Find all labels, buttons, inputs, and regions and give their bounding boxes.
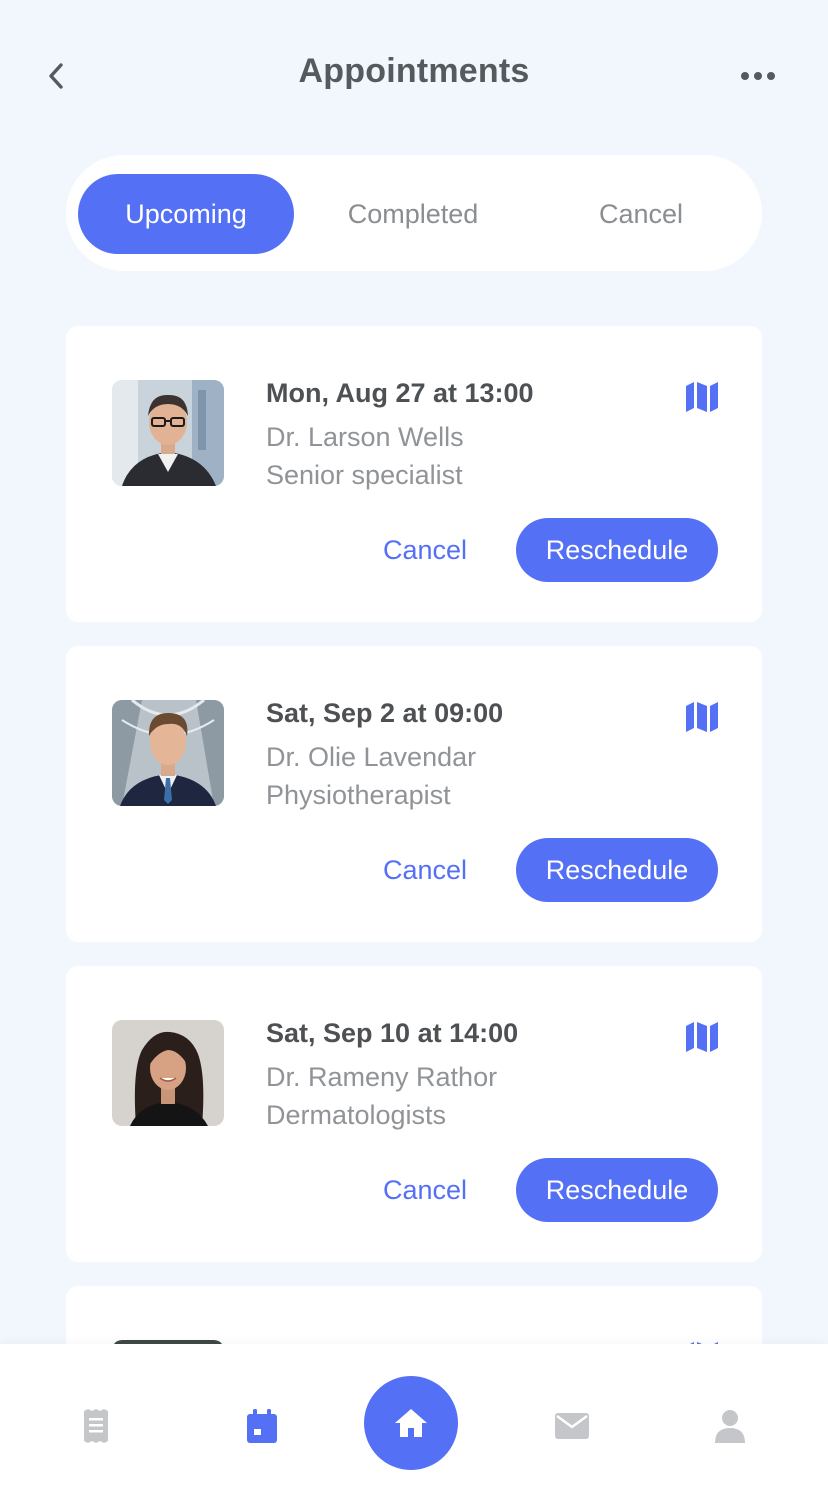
nav-home[interactable] — [364, 1376, 458, 1470]
nav-messages[interactable] — [550, 1404, 594, 1448]
tab-upcoming[interactable]: Upcoming — [78, 174, 294, 254]
user-icon — [715, 1410, 745, 1443]
appointment-tabs: Upcoming Completed Cancel — [66, 155, 762, 271]
doctor-specialty: Senior specialist — [266, 460, 463, 490]
cancel-appointment-button[interactable]: Cancel — [366, 1158, 484, 1222]
more-horizontal-icon — [741, 72, 775, 80]
page-title: Appointments — [298, 52, 530, 90]
receipt-icon — [84, 1409, 108, 1443]
tab-completed[interactable]: Completed — [302, 174, 524, 254]
appointment-date: Sat, Sep 2 at 09:00 — [266, 698, 504, 728]
doctor-avatar — [112, 700, 224, 806]
nav-appointments[interactable] — [240, 1404, 284, 1448]
reschedule-button[interactable]: Reschedule — [516, 518, 718, 582]
tab-cancel[interactable]: Cancel — [532, 174, 750, 254]
doctor-name: Dr. Rameny Rathor — [266, 1062, 498, 1092]
more-options-button[interactable] — [736, 60, 780, 92]
reschedule-button[interactable]: Reschedule — [516, 838, 718, 902]
calendar-icon — [247, 1409, 277, 1443]
appointment-card: Sat, Sep 10 at 14:00 Dr. Rameny Rathor D… — [66, 966, 762, 1262]
map-icon[interactable] — [684, 1020, 720, 1054]
bottom-navigation — [0, 1344, 828, 1498]
reschedule-button[interactable]: Reschedule — [516, 1158, 718, 1222]
home-icon — [395, 1409, 427, 1437]
doctor-avatar — [112, 1020, 224, 1126]
appointment-card: Mon, Aug 27 at 13:00 Dr. Larson Wells Se… — [66, 326, 762, 622]
appointment-date: Mon, Aug 27 at 13:00 — [266, 378, 534, 408]
cancel-appointment-button[interactable]: Cancel — [366, 838, 484, 902]
doctor-specialty: Physiotherapist — [266, 780, 451, 810]
map-icon[interactable] — [684, 380, 720, 414]
mail-icon — [555, 1413, 589, 1439]
cancel-appointment-button[interactable]: Cancel — [366, 518, 484, 582]
doctor-name: Dr. Larson Wells — [266, 422, 464, 452]
nav-receipts[interactable] — [74, 1404, 118, 1448]
doctor-name: Dr. Olie Lavendar — [266, 742, 477, 772]
map-icon[interactable] — [684, 700, 720, 734]
appointment-date: Sat, Sep 10 at 14:00 — [266, 1018, 519, 1048]
doctor-specialty: Dermatologists — [266, 1100, 447, 1130]
nav-profile[interactable] — [708, 1404, 752, 1448]
header: Appointments — [0, 0, 828, 150]
appointment-card: Sat, Sep 2 at 09:00 Dr. Olie Lavendar Ph… — [66, 646, 762, 942]
doctor-avatar — [112, 380, 224, 486]
